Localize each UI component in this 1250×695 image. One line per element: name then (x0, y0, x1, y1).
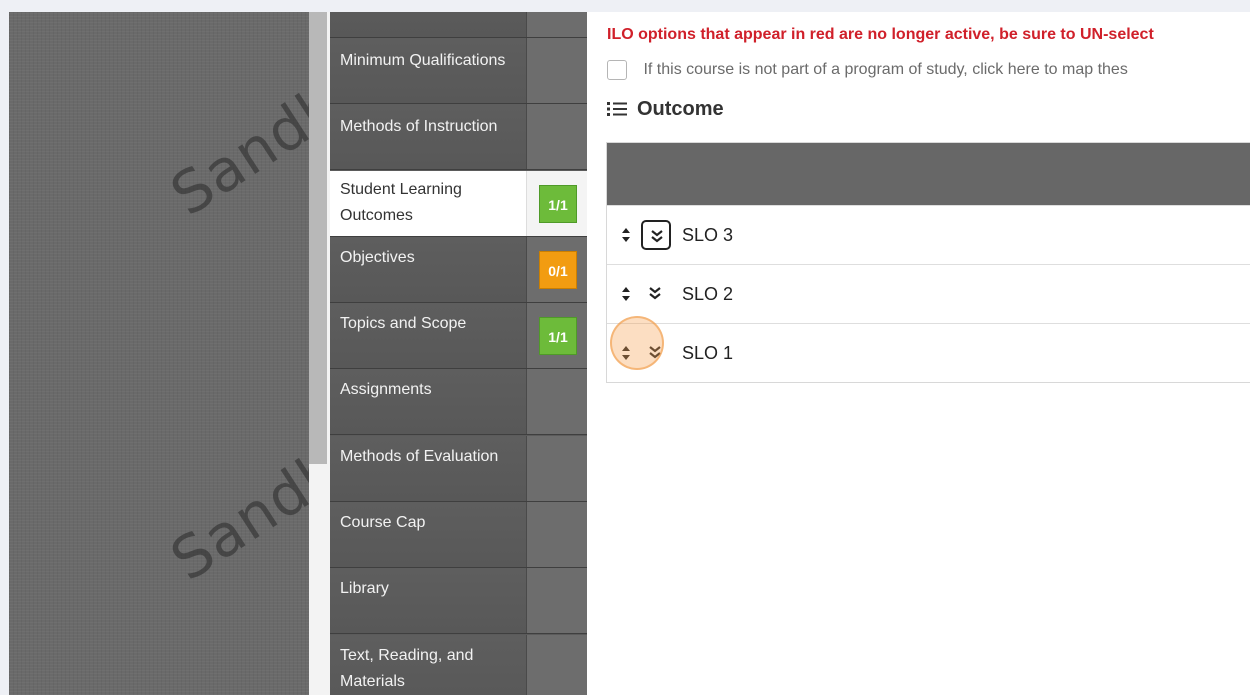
table-header (607, 143, 1250, 205)
nav-item-label: Methods of Evaluation (340, 448, 499, 465)
outcome-heading-text: Outcome (637, 98, 724, 120)
nav-item-label: Topics and Scope (340, 315, 467, 332)
nav-item-objectives[interactable]: Objectives 0/1 (330, 237, 587, 303)
nav-item-label: Minimum Qualifications (340, 52, 506, 69)
nav-item-label: Text, Reading, and Materials (340, 647, 474, 690)
outcome-table: SLO 3 SLO 2 SLO 1 (606, 142, 1250, 383)
slo-label: SLO 1 (682, 343, 734, 363)
nav-item-library[interactable]: Library (330, 568, 587, 634)
nav-item-status-cell (526, 104, 587, 169)
sort-arrows-icon[interactable] (621, 227, 631, 243)
double-chevron-down-icon[interactable] (641, 220, 671, 250)
table-row[interactable]: SLO 2 (607, 264, 1250, 323)
slo-label: SLO 3 (682, 225, 734, 245)
nav-item-label: Assignments (340, 381, 432, 398)
sort-arrows-icon[interactable] (621, 286, 631, 302)
nav-item-minimum-qualifications[interactable]: Minimum Qualifications (330, 38, 587, 104)
progress-badge: 0/1 (539, 251, 577, 289)
scrollbar-thumb[interactable] (309, 12, 327, 464)
nav-item-methods-of-instruction[interactable]: Methods of Instruction (330, 104, 587, 170)
nav-item-course-cap[interactable]: Course Cap (330, 502, 587, 568)
outcome-heading: Outcome (607, 98, 724, 123)
nav-item-assignments[interactable]: Assignments (330, 369, 587, 435)
double-chevron-down-icon[interactable] (641, 338, 671, 368)
nav-item-label: Student Learning Outcomes (340, 181, 462, 224)
nav-item-label: Methods of Instruction (340, 118, 498, 135)
left-background-panel: Sandbo Sandbo (9, 12, 309, 695)
nav-item-status-cell (526, 369, 587, 434)
nav-item-methods-of-evaluation[interactable]: Methods of Evaluation (330, 436, 587, 502)
section-nav: Minimum Qualifications Methods of Instru… (330, 12, 587, 695)
map-checkbox-label: If this course is not part of a program … (643, 61, 1128, 78)
nav-item-status-cell: 1/1 (526, 171, 587, 236)
sandbox-watermark: Sandbo (159, 414, 309, 595)
nav-item-status-cell (526, 38, 587, 103)
nav-item-label: Objectives (340, 249, 415, 266)
slo-label: SLO 2 (682, 284, 734, 304)
table-row[interactable]: SLO 3 (607, 205, 1250, 264)
progress-badge: 1/1 (539, 185, 577, 223)
nav-item-status-cell (526, 502, 587, 567)
nav-item-status-cell (526, 635, 587, 695)
nav-item-label: Library (340, 580, 389, 597)
progress-badge: 1/1 (539, 317, 577, 355)
map-option-row: If this course is not part of a program … (607, 60, 1128, 80)
double-chevron-down-icon[interactable] (641, 279, 671, 309)
sandbox-watermark: Sandbo (159, 49, 309, 230)
list-icon (607, 100, 629, 123)
nav-item-label: Course Cap (340, 514, 426, 531)
nav-item-previous[interactable] (330, 12, 587, 38)
nav-item-student-learning-outcomes[interactable]: Student Learning Outcomes 1/1 (330, 171, 587, 237)
nav-item-status-cell (526, 436, 587, 501)
nav-item-status-cell: 0/1 (526, 237, 587, 302)
table-row[interactable]: SLO 1 (607, 323, 1250, 382)
nav-item-status-cell: 1/1 (526, 303, 587, 368)
nav-item-status-cell (526, 568, 587, 633)
nav-item-topics-and-scope[interactable]: Topics and Scope 1/1 (330, 303, 587, 369)
map-checkbox[interactable] (607, 60, 627, 80)
sort-arrows-icon[interactable] (621, 345, 631, 361)
nav-item-text-reading-materials[interactable]: Text, Reading, and Materials (330, 635, 587, 695)
app-frame: Sandbo Sandbo Minimum Qualifications Met… (9, 12, 1250, 695)
main-content: ILO options that appear in red are no lo… (587, 12, 1250, 695)
nav-item-status-cell (526, 12, 587, 37)
ilo-notice: ILO options that appear in red are no lo… (607, 26, 1154, 43)
